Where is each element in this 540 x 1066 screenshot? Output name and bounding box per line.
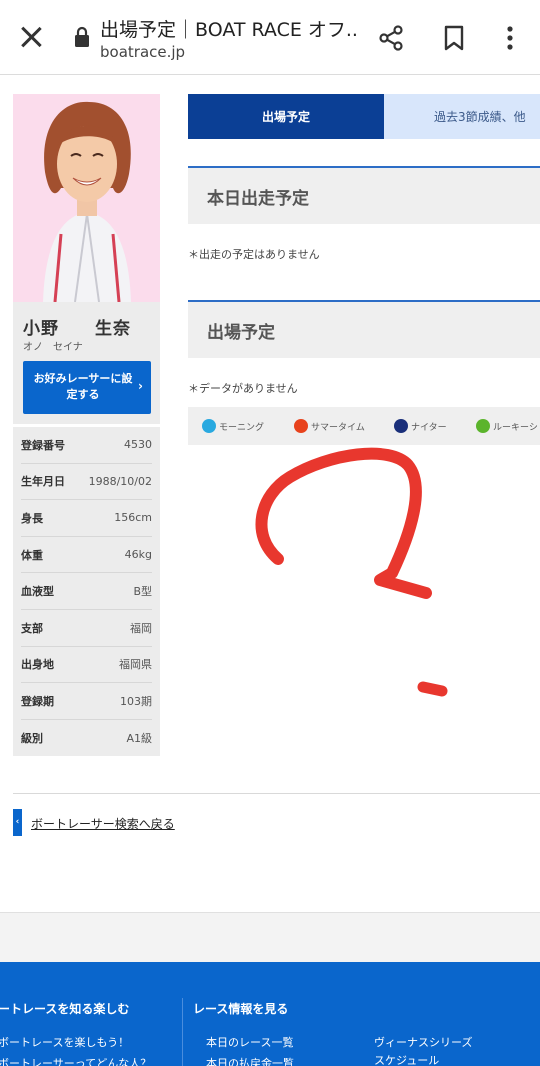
footer-link[interactable]: ボートレーサーってどんな人？ — [0, 1055, 151, 1066]
page-title: 出場予定｜BOAT RACE オフ... — [100, 19, 360, 41]
info-value: 46kg — [124, 548, 152, 562]
chevron-right-icon: › — [138, 379, 143, 393]
info-value: 156cm — [114, 511, 152, 525]
info-key: 登録期 — [21, 694, 54, 708]
footer-heading-race-info: レース情報を見る — [193, 1002, 289, 1016]
footer-link[interactable]: ボートレースを楽しもう！ — [0, 1034, 129, 1050]
content-divider — [13, 793, 540, 794]
chevron-left-icon[interactable]: ‹ — [13, 809, 22, 836]
section-note-today: ＊出走の予定はありません — [188, 248, 320, 261]
info-key: 血液型 — [21, 585, 54, 599]
info-value: 4530 — [124, 438, 152, 452]
info-row-height: 身長 156cm — [21, 500, 152, 537]
footer-link[interactable]: ヴィーナスシリーズ — [374, 1034, 472, 1050]
info-row-registration-term: 登録期 103期 — [21, 683, 152, 720]
footer-spacer — [0, 912, 540, 962]
lock-icon — [75, 26, 89, 47]
section-title-schedule: 出場予定 — [188, 300, 540, 358]
info-value: A1級 — [126, 732, 152, 746]
site-footer: ートレースを知る楽しむ ボートレースを楽しもう！ ボートレーサーってどんな人？ … — [0, 962, 540, 1066]
info-row-birthdate: 生年月日 1988/10/02 — [21, 464, 152, 501]
bookmark-icon[interactable] — [443, 24, 465, 52]
question-mark-scribble — [255, 447, 448, 697]
racer-info-table: 登録番号 4530 生年月日 1988/10/02 身長 156cm 体重 46… — [13, 427, 160, 756]
footer-link[interactable]: スケジュール — [374, 1052, 439, 1066]
footer-separator — [182, 998, 183, 1066]
footer-link[interactable]: 本日の払戻金一覧 — [206, 1055, 294, 1066]
info-key: 身長 — [21, 511, 43, 525]
info-value: 福岡県 — [119, 658, 152, 672]
info-value: 福岡 — [130, 621, 152, 635]
legend-item-rookie: ルーキーシ — [476, 419, 538, 433]
footer-link[interactable]: 本日のレース一覧 — [206, 1034, 293, 1050]
info-key: 支部 — [21, 621, 43, 635]
back-to-racer-search-link[interactable]: ボートレーサー検索へ戻る — [31, 815, 175, 832]
info-row-registration-number: 登録番号 4530 — [21, 427, 152, 464]
legend-label: ルーキーシ — [493, 423, 538, 433]
info-value: B型 — [133, 585, 152, 599]
favorite-racer-button-label: お好みレーサーに設定する — [33, 372, 133, 401]
info-key: 出身地 — [21, 658, 54, 672]
info-row-hometown: 出身地 福岡県 — [21, 647, 152, 684]
info-key: 生年月日 — [21, 475, 65, 489]
info-row-class: 級別 A1級 — [21, 720, 152, 757]
rookie-icon — [476, 419, 490, 433]
favorite-racer-button[interactable]: お好みレーサーに設定する › — [23, 361, 151, 414]
racer-name-box: 小野 生奈 オノ セイナ お好みレーサーに設定する › — [13, 302, 160, 424]
close-icon[interactable] — [16, 22, 46, 52]
info-value: 1988/10/02 — [88, 474, 152, 488]
share-icon[interactable] — [377, 24, 405, 52]
info-key: 登録番号 — [21, 438, 65, 452]
racer-photo — [13, 94, 160, 302]
info-key: 級別 — [21, 732, 43, 746]
info-value: 103期 — [120, 694, 152, 708]
browser-toolbar: 出場予定｜BOAT RACE オフ... boatrace.jp — [0, 0, 540, 75]
info-key: 体重 — [21, 548, 43, 562]
section-title-today: 本日出走予定 — [188, 166, 540, 224]
tab-schedule[interactable]: 出場予定 — [188, 94, 384, 139]
info-row-weight: 体重 46kg — [21, 537, 152, 574]
section-note-schedule: ＊データがありません — [188, 382, 298, 395]
more-vert-icon[interactable] — [499, 24, 521, 52]
info-row-branch: 支部 福岡 — [21, 610, 152, 647]
footer-heading-enjoy: ートレースを知る楽しむ — [0, 1002, 130, 1016]
morning-icon — [202, 419, 216, 433]
tab-past-results[interactable]: 過去3節成績、他 — [384, 94, 540, 139]
racer-name: 小野 生奈 — [23, 319, 131, 339]
racer-name-kana: オノ セイナ — [23, 342, 83, 353]
page-url[interactable]: boatrace.jp — [100, 43, 185, 61]
info-row-blood-type: 血液型 B型 — [21, 573, 152, 610]
